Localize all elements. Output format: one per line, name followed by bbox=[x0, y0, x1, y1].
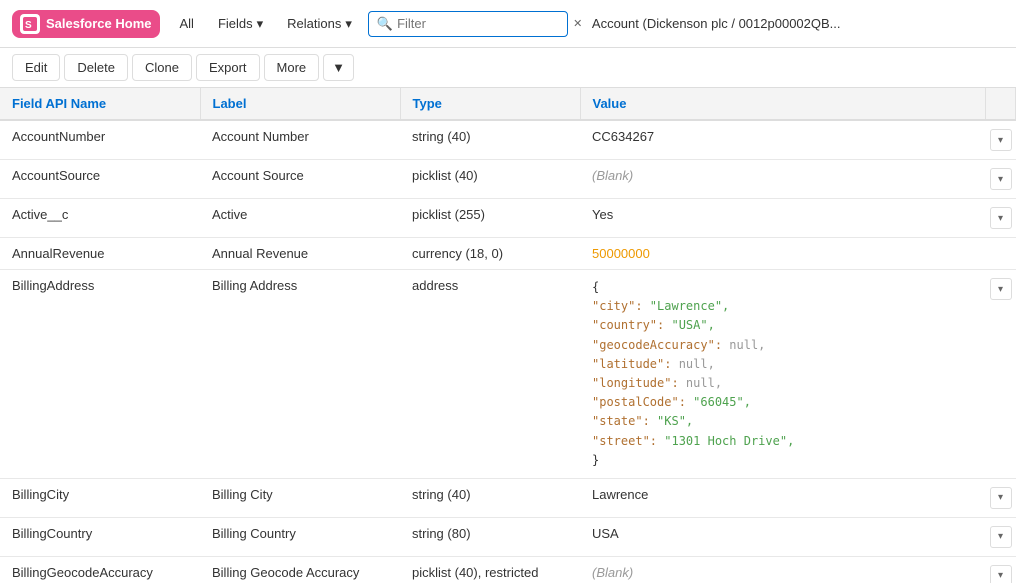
type-sort-link[interactable]: Type bbox=[413, 96, 442, 111]
account-title: Account (Dickenson plc / 0012p00002QB... bbox=[592, 16, 1004, 31]
cell-value: (Blank) bbox=[580, 160, 986, 199]
search-box: 🔍 ✕ bbox=[368, 11, 568, 37]
cell-action: ▾ bbox=[986, 270, 1016, 479]
row-action-button[interactable]: ▾ bbox=[990, 487, 1012, 509]
search-input[interactable] bbox=[397, 16, 573, 31]
cell-label: Billing City bbox=[200, 478, 400, 517]
cell-action: ▾ bbox=[986, 478, 1016, 517]
nav-fields[interactable]: Fields ▾ bbox=[210, 12, 271, 36]
cell-type: picklist (255) bbox=[400, 199, 580, 238]
header-action bbox=[986, 88, 1016, 120]
row-action-button[interactable]: ▾ bbox=[990, 565, 1012, 583]
cell-action: ▾ bbox=[986, 517, 1016, 556]
table-row: AnnualRevenueAnnual Revenuecurrency (18,… bbox=[0, 238, 1016, 270]
header-label: Label bbox=[200, 88, 400, 120]
cell-action: ▾ bbox=[986, 199, 1016, 238]
table-row: BillingCityBilling Citystring (40)Lawren… bbox=[0, 478, 1016, 517]
cell-action: ▾ bbox=[986, 160, 1016, 199]
table-row: Active__cActivepicklist (255)Yes▾ bbox=[0, 199, 1016, 238]
table-row: BillingGeocodeAccuracyBilling Geocode Ac… bbox=[0, 556, 1016, 583]
fields-chevron-icon: ▾ bbox=[257, 16, 264, 32]
cell-value: Lawrence bbox=[580, 478, 986, 517]
cell-value: { "city": "Lawrence", "country": "USA", … bbox=[580, 270, 986, 479]
edit-button[interactable]: Edit bbox=[12, 54, 60, 81]
table-row: AccountSourceAccount Sourcepicklist (40)… bbox=[0, 160, 1016, 199]
cell-value: Yes bbox=[580, 199, 986, 238]
cell-label: Annual Revenue bbox=[200, 238, 400, 270]
fields-table: Field API Name Label Type Value AccountN… bbox=[0, 88, 1016, 583]
api-name-sort-link[interactable]: Field API Name bbox=[12, 96, 106, 111]
cell-type: picklist (40) bbox=[400, 160, 580, 199]
table-row: BillingCountryBilling Countrystring (80)… bbox=[0, 517, 1016, 556]
app-logo[interactable]: S Salesforce Home bbox=[12, 10, 160, 38]
cell-label: Account Number bbox=[200, 120, 400, 160]
row-action-button[interactable]: ▾ bbox=[990, 129, 1012, 151]
app-name: Salesforce Home bbox=[46, 16, 152, 31]
cell-type: currency (18, 0) bbox=[400, 238, 580, 270]
cell-action: ▾ bbox=[986, 556, 1016, 583]
cell-action: ▾ bbox=[986, 120, 1016, 160]
row-action-button[interactable]: ▾ bbox=[990, 526, 1012, 548]
cell-type: picklist (40), restricted bbox=[400, 556, 580, 583]
row-action-button[interactable]: ▾ bbox=[990, 207, 1012, 229]
cell-type: string (40) bbox=[400, 478, 580, 517]
export-button[interactable]: Export bbox=[196, 54, 260, 81]
cell-value: CC634267 bbox=[580, 120, 986, 160]
cell-api-name: BillingGeocodeAccuracy bbox=[0, 556, 200, 583]
cell-value: (Blank) bbox=[580, 556, 986, 583]
search-icon: 🔍 bbox=[377, 16, 393, 32]
table-container: Field API Name Label Type Value AccountN… bbox=[0, 88, 1016, 583]
cell-label: Billing Country bbox=[200, 517, 400, 556]
table-row: AccountNumberAccount Numberstring (40)CC… bbox=[0, 120, 1016, 160]
nav-relations[interactable]: Relations ▾ bbox=[279, 12, 360, 36]
cell-type: string (80) bbox=[400, 517, 580, 556]
header-api-name: Field API Name bbox=[0, 88, 200, 120]
row-action-button[interactable]: ▾ bbox=[990, 278, 1012, 300]
cell-api-name: AnnualRevenue bbox=[0, 238, 200, 270]
cell-label: Active bbox=[200, 199, 400, 238]
value-sort-link[interactable]: Value bbox=[593, 96, 627, 111]
cell-type: address bbox=[400, 270, 580, 479]
cell-api-name: Active__c bbox=[0, 199, 200, 238]
delete-button[interactable]: Delete bbox=[64, 54, 128, 81]
cell-value: USA bbox=[580, 517, 986, 556]
clone-button[interactable]: Clone bbox=[132, 54, 192, 81]
cell-value: 50000000 bbox=[580, 238, 986, 270]
label-sort-link[interactable]: Label bbox=[213, 96, 247, 111]
more-dropdown-button[interactable]: ▼ bbox=[323, 54, 354, 81]
top-bar: S Salesforce Home All Fields ▾ Relations… bbox=[0, 0, 1016, 48]
cell-api-name: BillingCountry bbox=[0, 517, 200, 556]
cell-api-name: AccountSource bbox=[0, 160, 200, 199]
nav-all[interactable]: All bbox=[172, 12, 202, 35]
cell-type: string (40) bbox=[400, 120, 580, 160]
table-row: BillingAddressBilling Addressaddress{ "c… bbox=[0, 270, 1016, 479]
cell-label: Billing Geocode Accuracy bbox=[200, 556, 400, 583]
table-header-row: Field API Name Label Type Value bbox=[0, 88, 1016, 120]
clear-icon[interactable]: ✕ bbox=[573, 17, 582, 30]
cell-action bbox=[986, 238, 1016, 270]
cell-label: Billing Address bbox=[200, 270, 400, 479]
cell-label: Account Source bbox=[200, 160, 400, 199]
cell-api-name: AccountNumber bbox=[0, 120, 200, 160]
cell-api-name: BillingCity bbox=[0, 478, 200, 517]
app-logo-icon: S bbox=[20, 14, 40, 34]
more-button[interactable]: More bbox=[264, 54, 320, 81]
cell-api-name: BillingAddress bbox=[0, 270, 200, 479]
relations-chevron-icon: ▾ bbox=[345, 16, 352, 32]
header-type: Type bbox=[400, 88, 580, 120]
row-action-button[interactable]: ▾ bbox=[990, 168, 1012, 190]
svg-text:S: S bbox=[25, 20, 32, 31]
header-value: Value bbox=[580, 88, 986, 120]
action-bar: Edit Delete Clone Export More ▼ bbox=[0, 48, 1016, 88]
